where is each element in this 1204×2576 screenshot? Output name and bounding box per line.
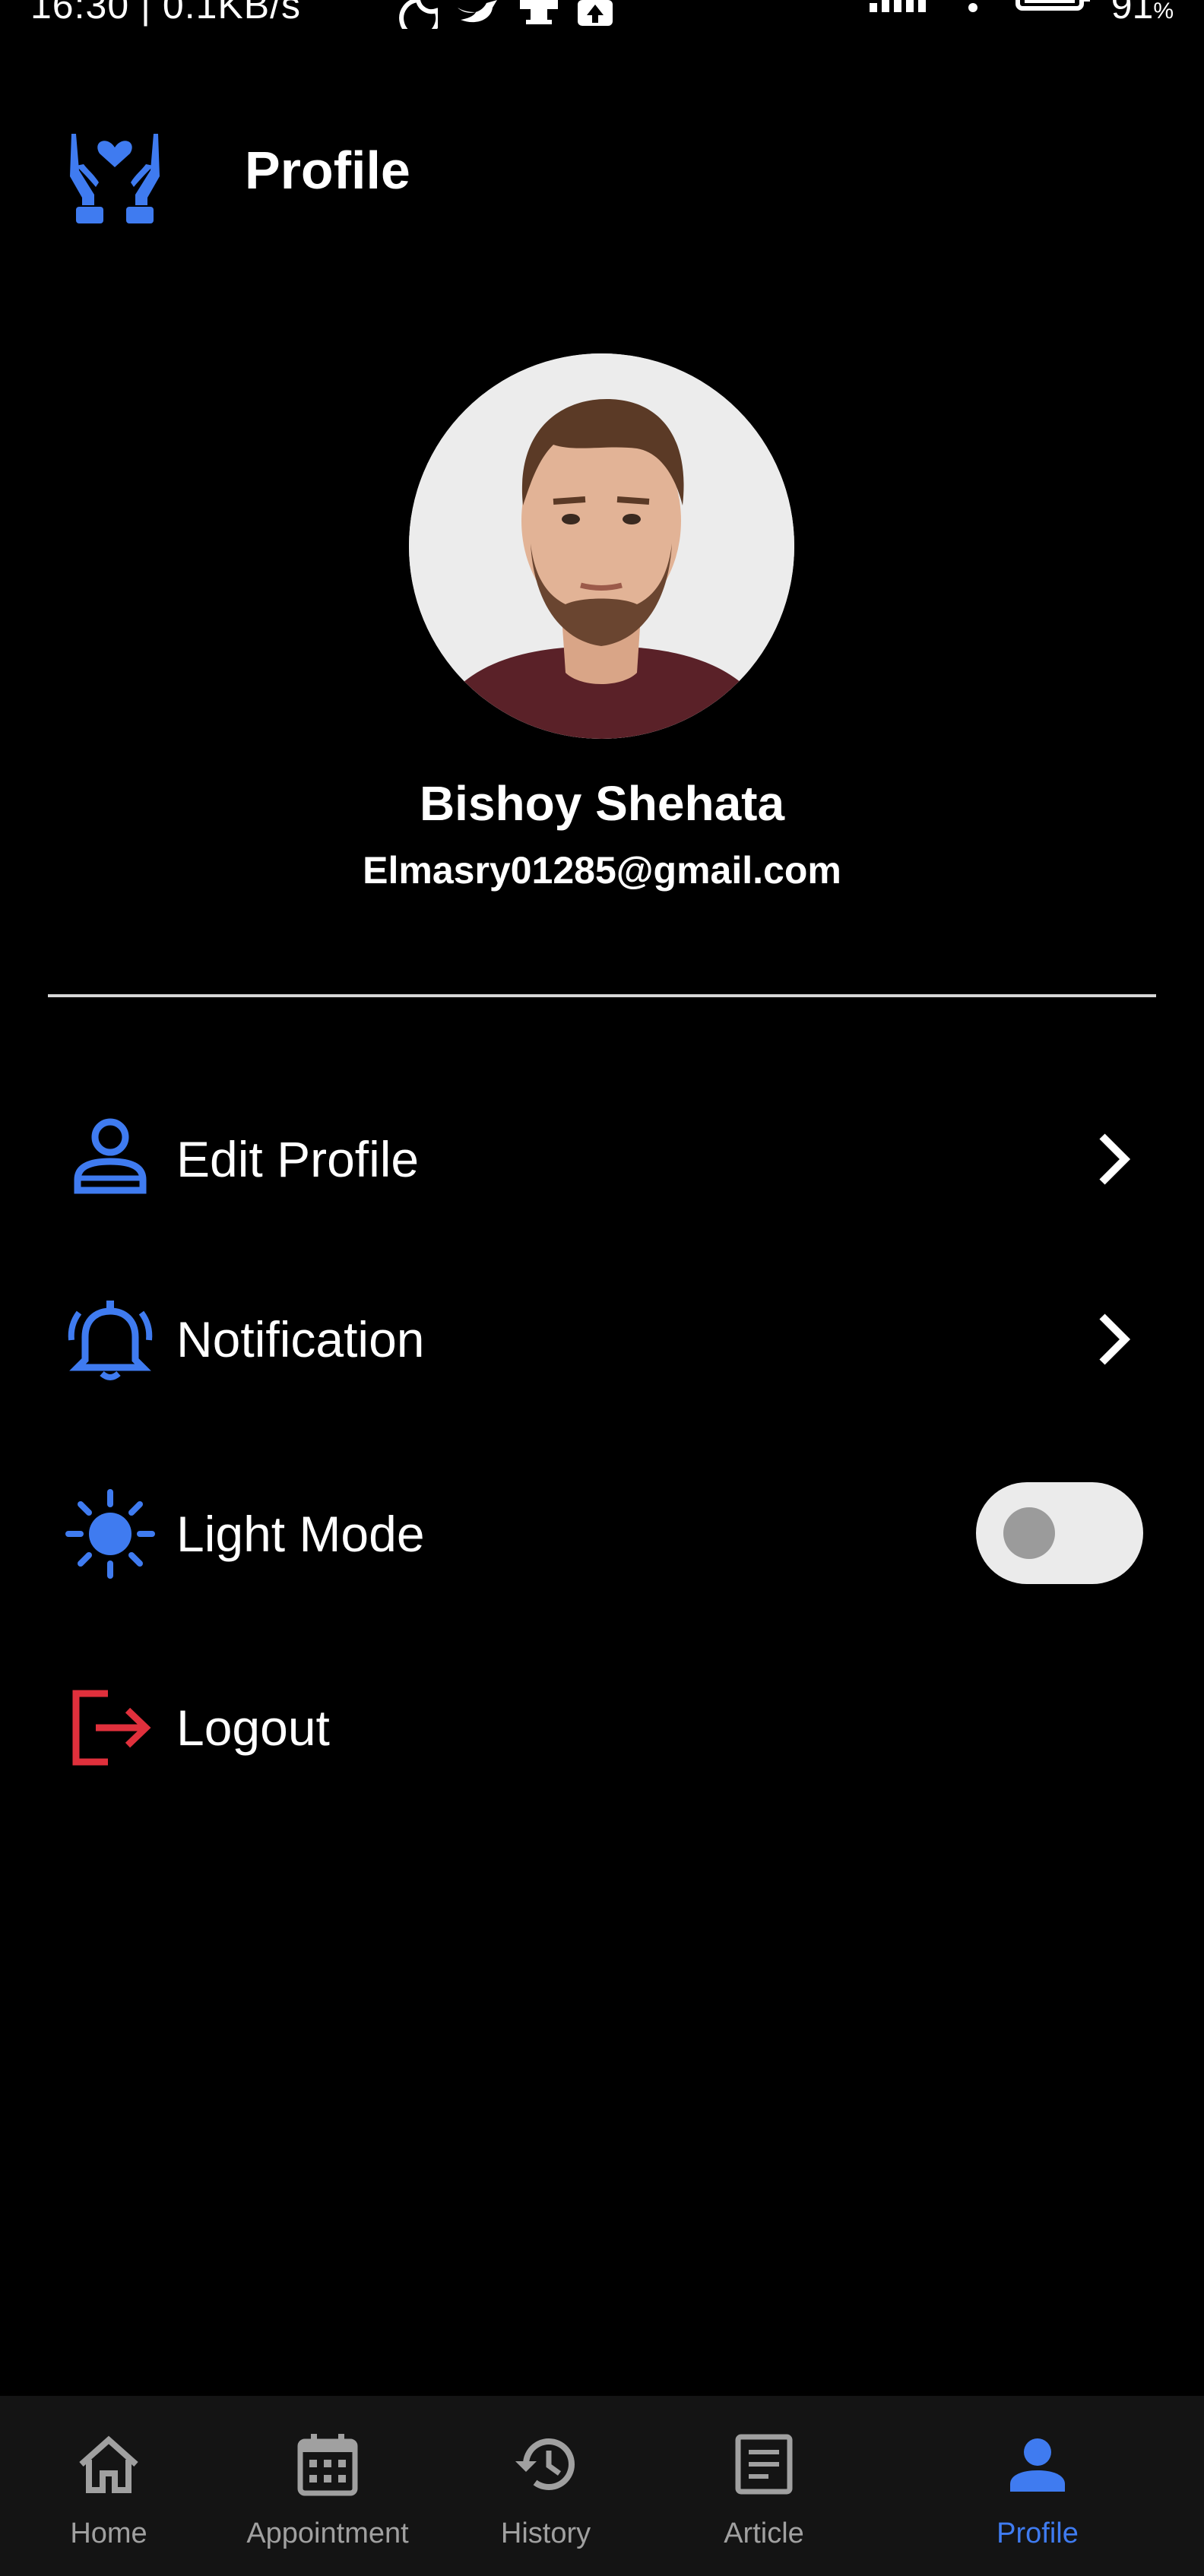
nav-label: Article [724,2517,804,2549]
person-icon [74,1118,147,1194]
nav-label: Appointment [246,2517,409,2549]
moon-icon [399,0,438,29]
nav-item-article[interactable]: Article [699,2396,829,2576]
twitter-icon [458,0,497,23]
menu-item-edit-profile[interactable]: Edit Profile [0,1083,1204,1235]
nav-label: Profile [996,2517,1079,2549]
sun-icon [65,1489,155,1579]
upload-icon [578,0,613,26]
avatar-photo [409,353,794,739]
battery-percent: 91% [1111,0,1174,27]
download-icon [520,0,558,24]
status-system: 91% [869,0,1174,27]
user-email: Elmasry01285@gmail.com [363,849,841,892]
menu-item-logout[interactable]: Logout [0,1652,1204,1804]
page-title: Profile [245,141,410,200]
chevron-right-icon [1099,1133,1131,1185]
nav-label: History [500,2517,591,2549]
care-hands-logo-icon [70,134,160,223]
status-time-speed: 16:30 | 0.1KB/s [30,0,301,27]
history-icon [515,2438,575,2490]
nav-item-home[interactable]: Home [46,2396,172,2576]
menu-item-notification[interactable]: Notification [0,1263,1204,1415]
nav-item-profile[interactable]: Profile [981,2396,1095,2576]
light-mode-toggle[interactable] [976,1482,1143,1584]
bell-icon [68,1301,153,1380]
signal-icon [869,0,926,12]
status-notification-icons [395,0,613,30]
divider [48,994,1156,997]
article-icon [735,2434,793,2495]
bottom-navigation: Home Appointment History Article Profile [0,2396,1204,2576]
wifi-icon [968,3,977,12]
toggle-knob [1003,1507,1055,1559]
menu-item-label: Edit Profile [176,1131,420,1187]
avatar[interactable] [409,353,794,739]
profile-icon [1010,2438,1065,2492]
user-name: Bishoy Shehata [419,776,785,831]
menu-item-label: Logout [176,1700,330,1756]
calendar-icon [297,2434,358,2496]
menu-item-label: Light Mode [176,1506,425,1562]
chevron-right-icon [1099,1313,1131,1365]
nav-item-appointment[interactable]: Appointment [225,2396,430,2576]
battery-icon [1015,0,1090,11]
nav-item-history[interactable]: History [477,2396,614,2576]
menu-item-label: Notification [176,1311,425,1367]
nav-label: Home [70,2517,147,2549]
logout-icon [72,1690,151,1766]
home-icon [79,2435,138,2493]
